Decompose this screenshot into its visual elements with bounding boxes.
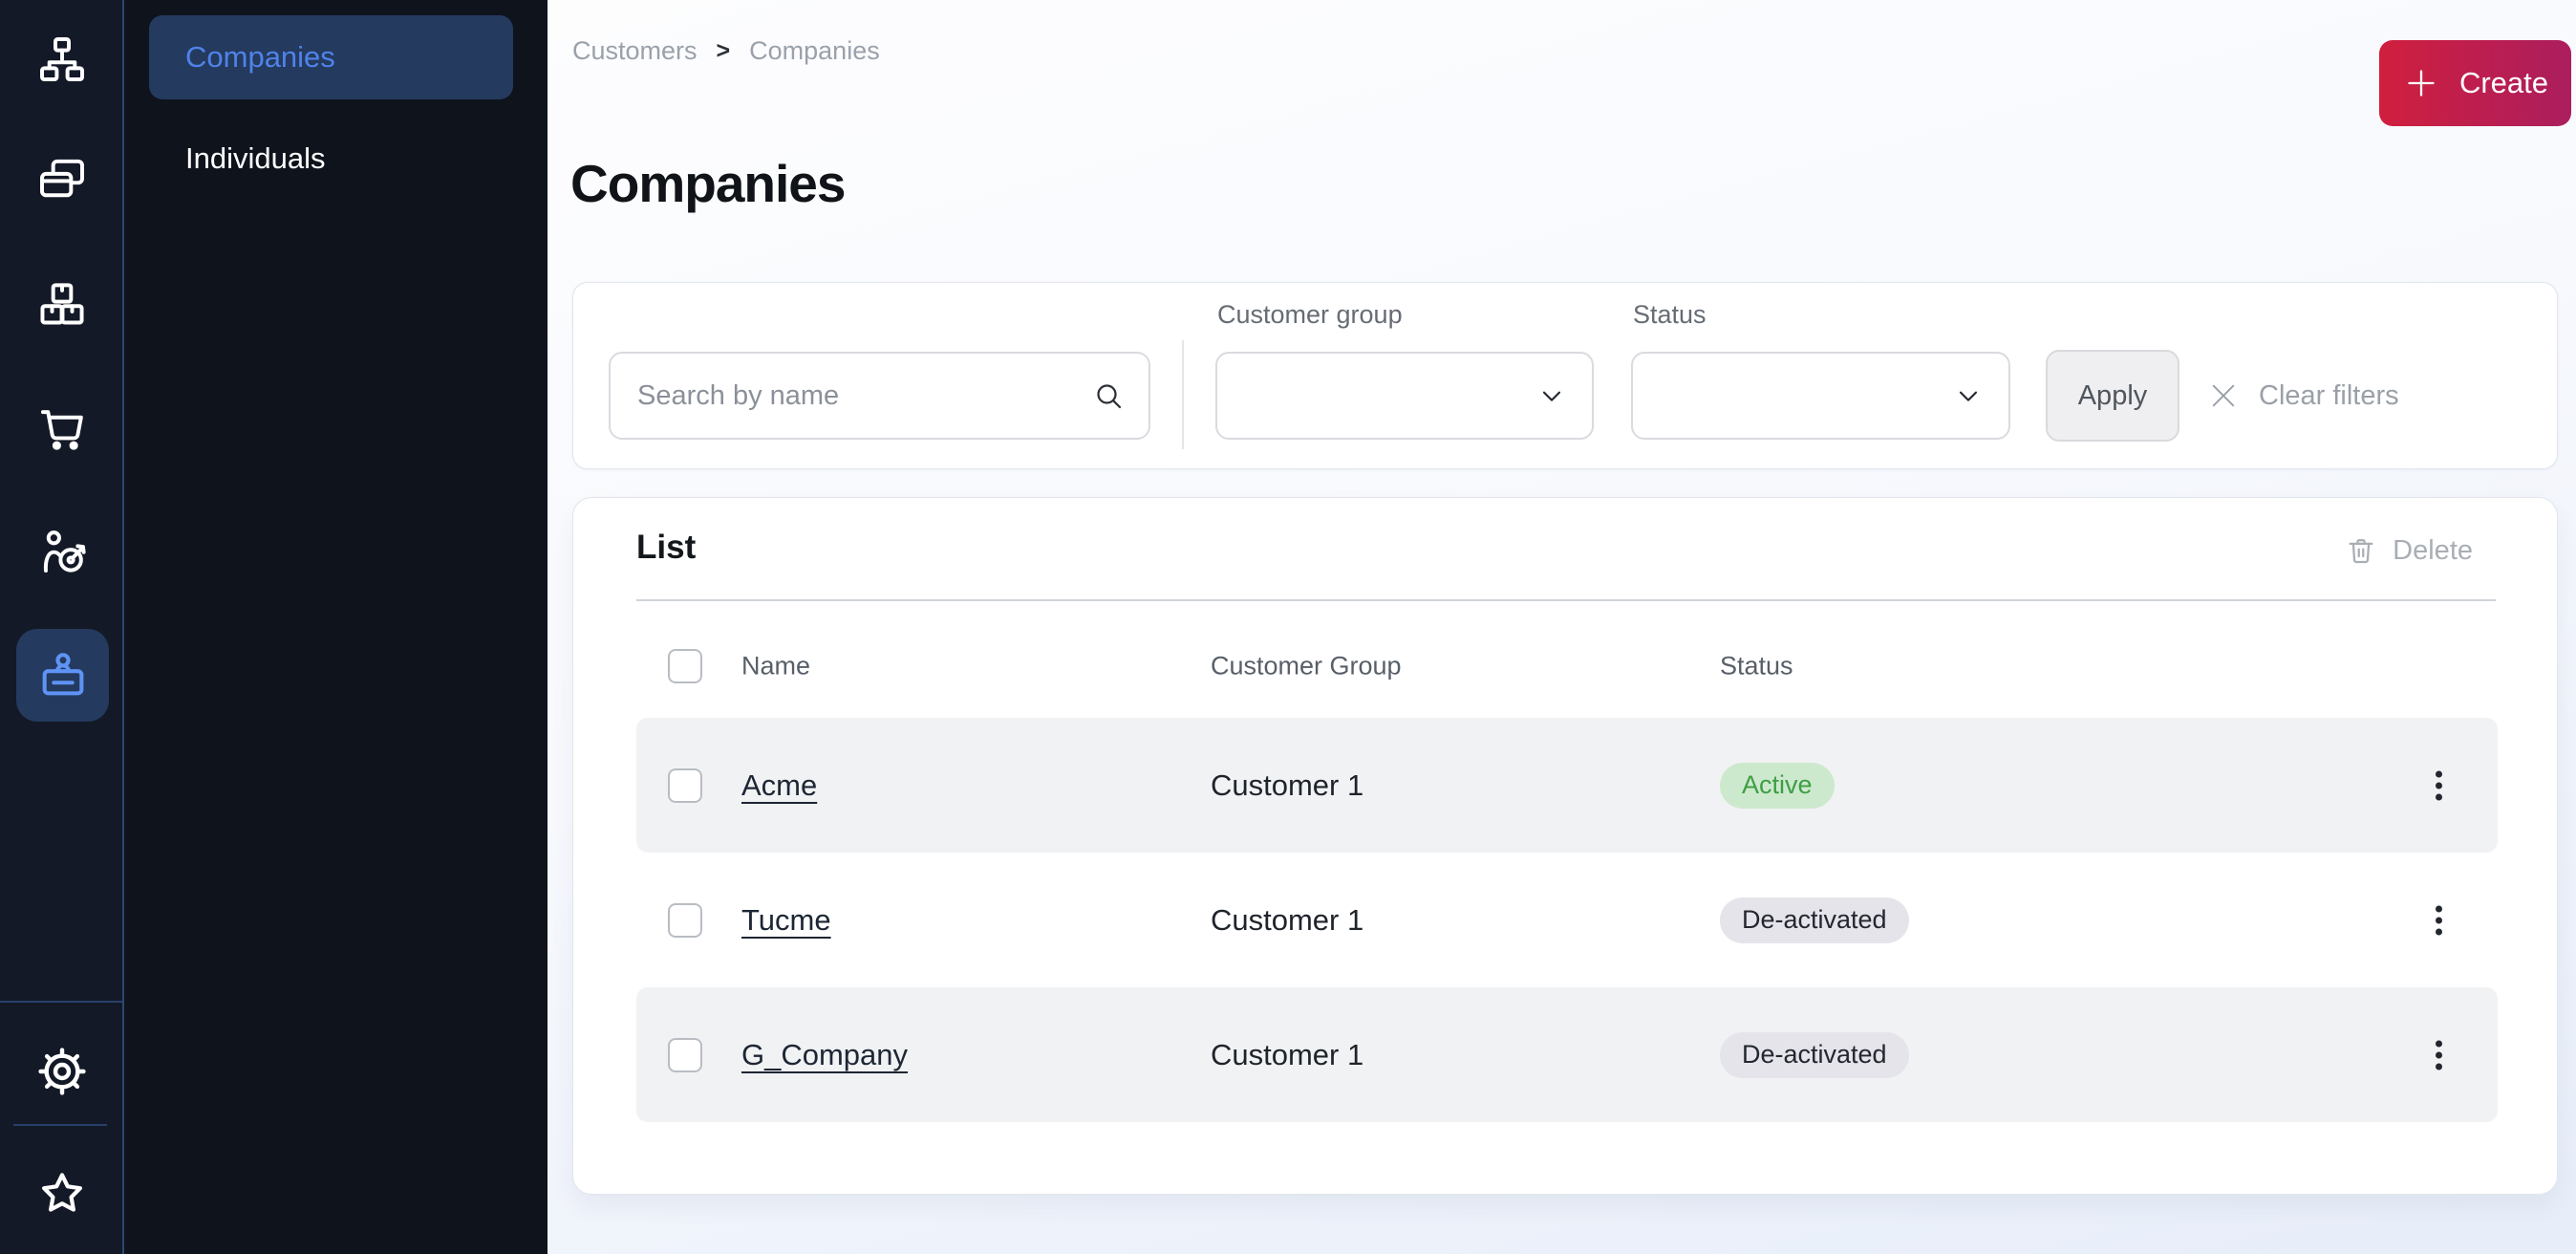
x-icon [2205, 378, 2242, 414]
list-title: List [636, 529, 696, 567]
sidebar-item-label: Individuals [185, 141, 325, 176]
search-icon[interactable] [1091, 378, 1126, 413]
products-icon[interactable] [35, 276, 89, 330]
chevron-down-icon [1953, 380, 1984, 411]
table-row: G_Company Customer 1 De-activated [636, 987, 2498, 1122]
row-checkbox[interactable] [668, 903, 702, 938]
breadcrumb: Customers > Companies [572, 36, 880, 66]
delete-button[interactable]: Delete [2345, 534, 2473, 567]
secondary-sidebar: Companies Individuals [124, 0, 547, 1254]
column-header-customer-group[interactable]: Customer Group [1211, 652, 1402, 681]
rail-divider [13, 1124, 107, 1126]
breadcrumb-companies[interactable]: Companies [749, 36, 880, 66]
select-all-checkbox[interactable] [668, 649, 702, 683]
status-select[interactable] [1631, 352, 2010, 440]
customer-group-cell: Customer 1 [1211, 1038, 1363, 1072]
customers-icon[interactable] [16, 629, 109, 722]
status-label: Status [1633, 300, 1707, 330]
create-button[interactable]: Create [2379, 40, 2571, 126]
status-badge: De-activated [1720, 1032, 1909, 1078]
company-name-link[interactable]: Tucme [741, 903, 831, 938]
breadcrumb-separator: > [717, 37, 731, 65]
settings-icon[interactable] [35, 1045, 89, 1098]
page-title: Companies [570, 153, 845, 214]
status-cell: Active [1720, 763, 1835, 809]
sidebar-item-companies[interactable]: Companies [149, 15, 513, 99]
company-name-link[interactable]: Acme [741, 768, 817, 803]
customer-group-cell: Customer 1 [1211, 903, 1363, 938]
kebab-menu-button[interactable] [2425, 1031, 2452, 1078]
kebab-menu-button[interactable] [2425, 762, 2452, 809]
main-content: Customers > Companies Create Companies C… [547, 0, 2576, 1254]
customer-group-cell: Customer 1 [1211, 768, 1363, 803]
status-cell: De-activated [1720, 897, 1909, 943]
promotions-icon[interactable] [35, 525, 89, 578]
app-root: Companies Individuals Customers > Compan… [0, 0, 2576, 1254]
create-button-label: Create [2459, 66, 2548, 100]
plus-icon [2402, 64, 2440, 102]
list-divider [636, 599, 2496, 601]
search-input[interactable] [611, 380, 1091, 412]
status-badge: De-activated [1720, 897, 1909, 943]
clear-filters-button[interactable]: Clear filters [2205, 350, 2399, 442]
table-row: Acme Customer 1 Active [636, 718, 2498, 853]
filters-panel: Customer group Status Apply Clear fil [572, 282, 2558, 469]
payments-icon[interactable] [35, 152, 89, 205]
column-header-status[interactable]: Status [1720, 652, 1793, 681]
status-cell: De-activated [1720, 1032, 1909, 1078]
search-field [609, 352, 1150, 440]
row-checkbox[interactable] [668, 1038, 702, 1072]
row-checkbox[interactable] [668, 768, 702, 803]
sidebar-item-individuals[interactable]: Individuals [149, 117, 513, 201]
table-header-row: Name Customer Group Status [636, 638, 2498, 695]
kebab-menu-button[interactable] [2425, 897, 2452, 943]
company-name-link[interactable]: G_Company [741, 1038, 908, 1072]
favorites-icon[interactable] [35, 1167, 89, 1221]
chevron-down-icon [1536, 380, 1567, 411]
clear-filters-label: Clear filters [2259, 380, 2399, 412]
status-badge: Active [1720, 763, 1835, 809]
customer-group-label: Customer group [1217, 300, 1403, 330]
trash-icon [2345, 534, 2377, 567]
table-row: Tucme Customer 1 De-activated [636, 853, 2498, 987]
customer-group-select[interactable] [1215, 352, 1594, 440]
delete-label: Delete [2393, 535, 2473, 567]
list-panel: List Delete Name Customer Group Status [572, 497, 2558, 1195]
filter-divider [1182, 340, 1184, 449]
sitemap-icon[interactable] [35, 32, 89, 86]
cart-icon[interactable] [35, 400, 89, 454]
column-header-name[interactable]: Name [741, 652, 810, 681]
sidebar-item-label: Companies [185, 40, 335, 75]
apply-button[interactable]: Apply [2046, 350, 2179, 442]
icon-rail [0, 0, 124, 1254]
rail-divider [0, 1001, 122, 1003]
breadcrumb-customers[interactable]: Customers [572, 36, 698, 66]
